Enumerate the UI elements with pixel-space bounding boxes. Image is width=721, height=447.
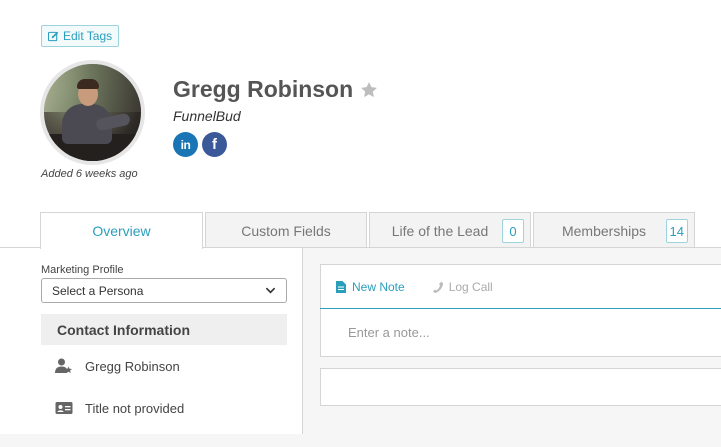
new-note-tab[interactable]: New Note [320,264,417,309]
contact-name-row-item: Gregg Robinson [55,358,180,374]
tab-label: Custom Fields [241,222,331,239]
count-badge: 14 [665,219,688,243]
count-badge: 0 [502,219,524,243]
contact-name-row: Gregg Robinson [173,76,379,103]
tab-label: Overview [92,223,151,239]
phone-icon [432,281,443,293]
tab-label: Memberships [561,222,647,239]
linkedin-icon[interactable]: in [173,132,198,157]
tab-life-of-the-lead[interactable]: Life of the Lead 0 [369,212,531,248]
avatar-photo [44,64,141,161]
edit-tags-button[interactable]: Edit Tags [41,25,120,47]
contact-name: Gregg Robinson [173,76,354,102]
persona-value: Select a Persona [52,283,144,298]
edit-icon [48,31,59,41]
log-call-tab[interactable]: Log Call [417,264,505,309]
person-star-icon [55,358,72,373]
activity-box[interactable] [320,368,721,406]
contact-title-row-item: Title not provided [55,400,184,416]
facebook-icon[interactable]: f [202,132,227,157]
tab-memberships[interactable]: Memberships 14 [533,212,695,248]
edit-tags-label: Edit Tags [63,29,113,43]
star-icon[interactable] [359,80,379,100]
tab-label: Life of the Lead [391,222,489,239]
log-call-label: Log Call [448,279,493,294]
note-input[interactable] [321,310,721,355]
persona-select[interactable]: Select a Persona [41,278,287,303]
id-card-icon [55,402,73,414]
social-links: in f [173,132,227,157]
contact-row-text: Title not provided [85,400,185,416]
new-note-label: New Note [352,279,405,294]
contact-information-header: Contact Information [41,314,287,345]
chevron-down-icon [265,287,276,294]
company-name: FunnelBud [173,108,241,124]
contact-row-text: Gregg Robinson [85,358,180,374]
tab-overview[interactable]: Overview [40,212,203,249]
note-tabs: New Note Log Call [320,264,721,309]
added-date: Added 6 weeks ago [41,168,138,180]
note-icon [336,280,346,293]
marketing-profile-label: Marketing Profile [41,264,124,276]
tab-custom-fields[interactable]: Custom Fields [205,212,367,248]
avatar[interactable] [40,60,145,165]
